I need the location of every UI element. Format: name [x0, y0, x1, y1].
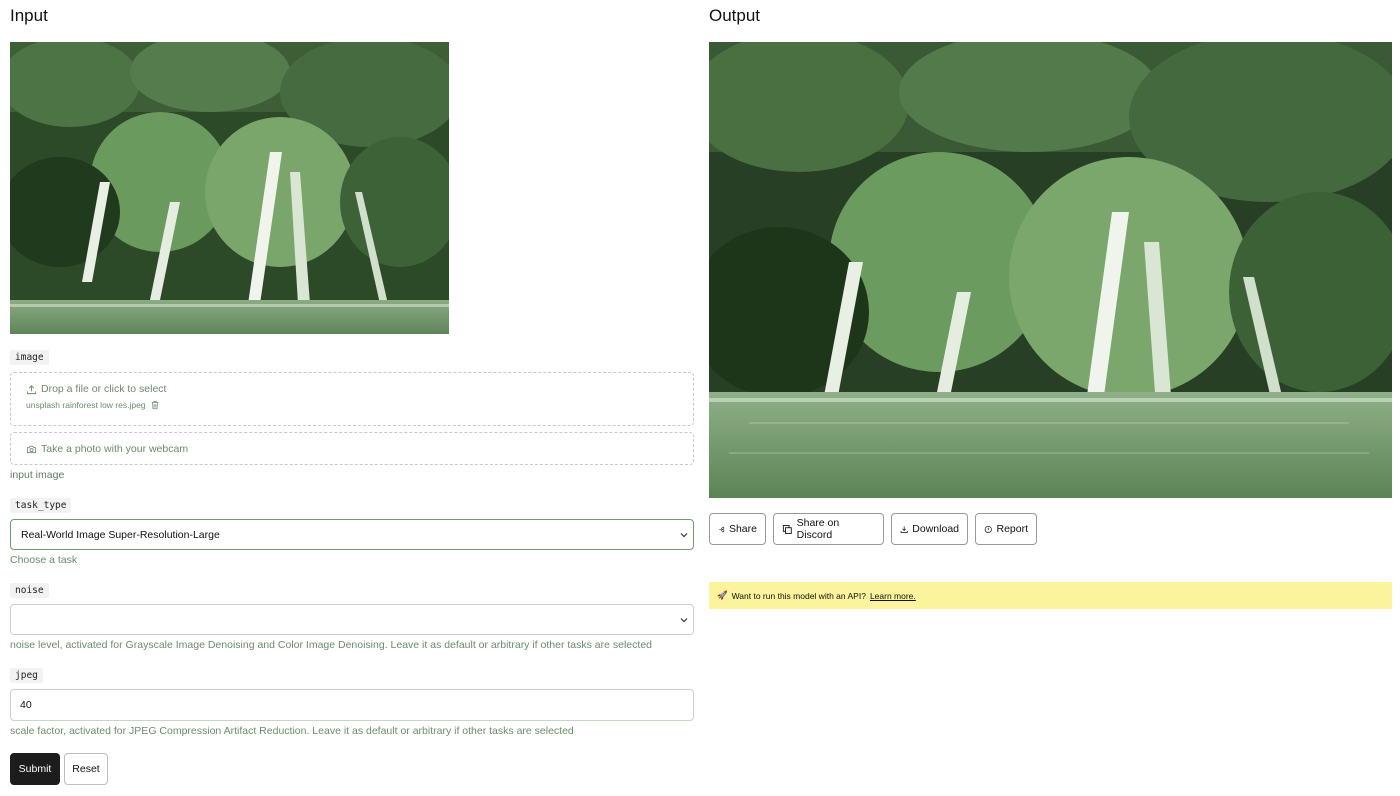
camera-icon [26, 444, 37, 455]
share-discord-label: Share on Discord [796, 517, 840, 541]
download-button[interactable]: Download [891, 513, 968, 545]
task-type-value: Real-World Image Super-Resolution-Large [21, 528, 220, 541]
input-image-preview [10, 42, 449, 334]
dropzone-text: Drop a file or click to select [41, 383, 167, 395]
jpeg-help: scale factor, activated for JPEG Compres… [10, 725, 574, 737]
submit-button[interactable]: Submit [10, 753, 60, 785]
share-label: Share [728, 523, 757, 535]
jpeg-label: jpeg [10, 668, 43, 683]
alert-circle-icon [984, 524, 992, 535]
chevron-down-icon [679, 615, 689, 625]
input-title: Input [10, 6, 48, 25]
output-image [709, 42, 1392, 498]
report-label: Report [996, 523, 1028, 535]
webcam-text: Take a photo with your webcam [41, 443, 189, 455]
share-on-discord-button[interactable]: Share on Discord [773, 513, 884, 545]
image-upload-dropzone[interactable]: Drop a file or click to select unsplash … [10, 372, 694, 426]
noise-select[interactable] [10, 604, 694, 635]
report-button[interactable]: Report [975, 513, 1037, 545]
api-banner: 🚀 Want to run this model with an API? Le… [709, 582, 1392, 609]
copy-icon [782, 524, 793, 535]
chevron-down-icon [679, 530, 689, 540]
download-label: Download [912, 523, 959, 535]
share-icon [718, 524, 725, 535]
download-icon [900, 524, 908, 535]
task-type-label: task_type [10, 498, 72, 513]
trash-icon[interactable] [150, 400, 160, 410]
task-type-help: Choose a task [10, 554, 78, 566]
output-title: Output [709, 6, 761, 25]
task-type-select[interactable]: Real-World Image Super-Resolution-Large [10, 519, 694, 550]
learn-more-link[interactable]: Learn more. [870, 591, 916, 601]
reset-button[interactable]: Reset [64, 753, 108, 785]
rocket-icon: 🚀 [717, 590, 728, 600]
webcam-capture-button[interactable]: Take a photo with your webcam [10, 432, 694, 465]
noise-help: noise level, activated for Grayscale Ima… [10, 639, 652, 651]
api-banner-text: Want to run this model with an API? [731, 590, 866, 601]
noise-label: noise [10, 583, 49, 598]
upload-icon [26, 384, 37, 395]
uploaded-file-name: unsplash rainforest low res.jpeg [26, 400, 146, 410]
image-field-label: image [10, 350, 49, 365]
image-help-text: input image [10, 469, 65, 481]
share-button[interactable]: Share [709, 513, 766, 545]
jpeg-input[interactable]: 40 [10, 689, 694, 721]
